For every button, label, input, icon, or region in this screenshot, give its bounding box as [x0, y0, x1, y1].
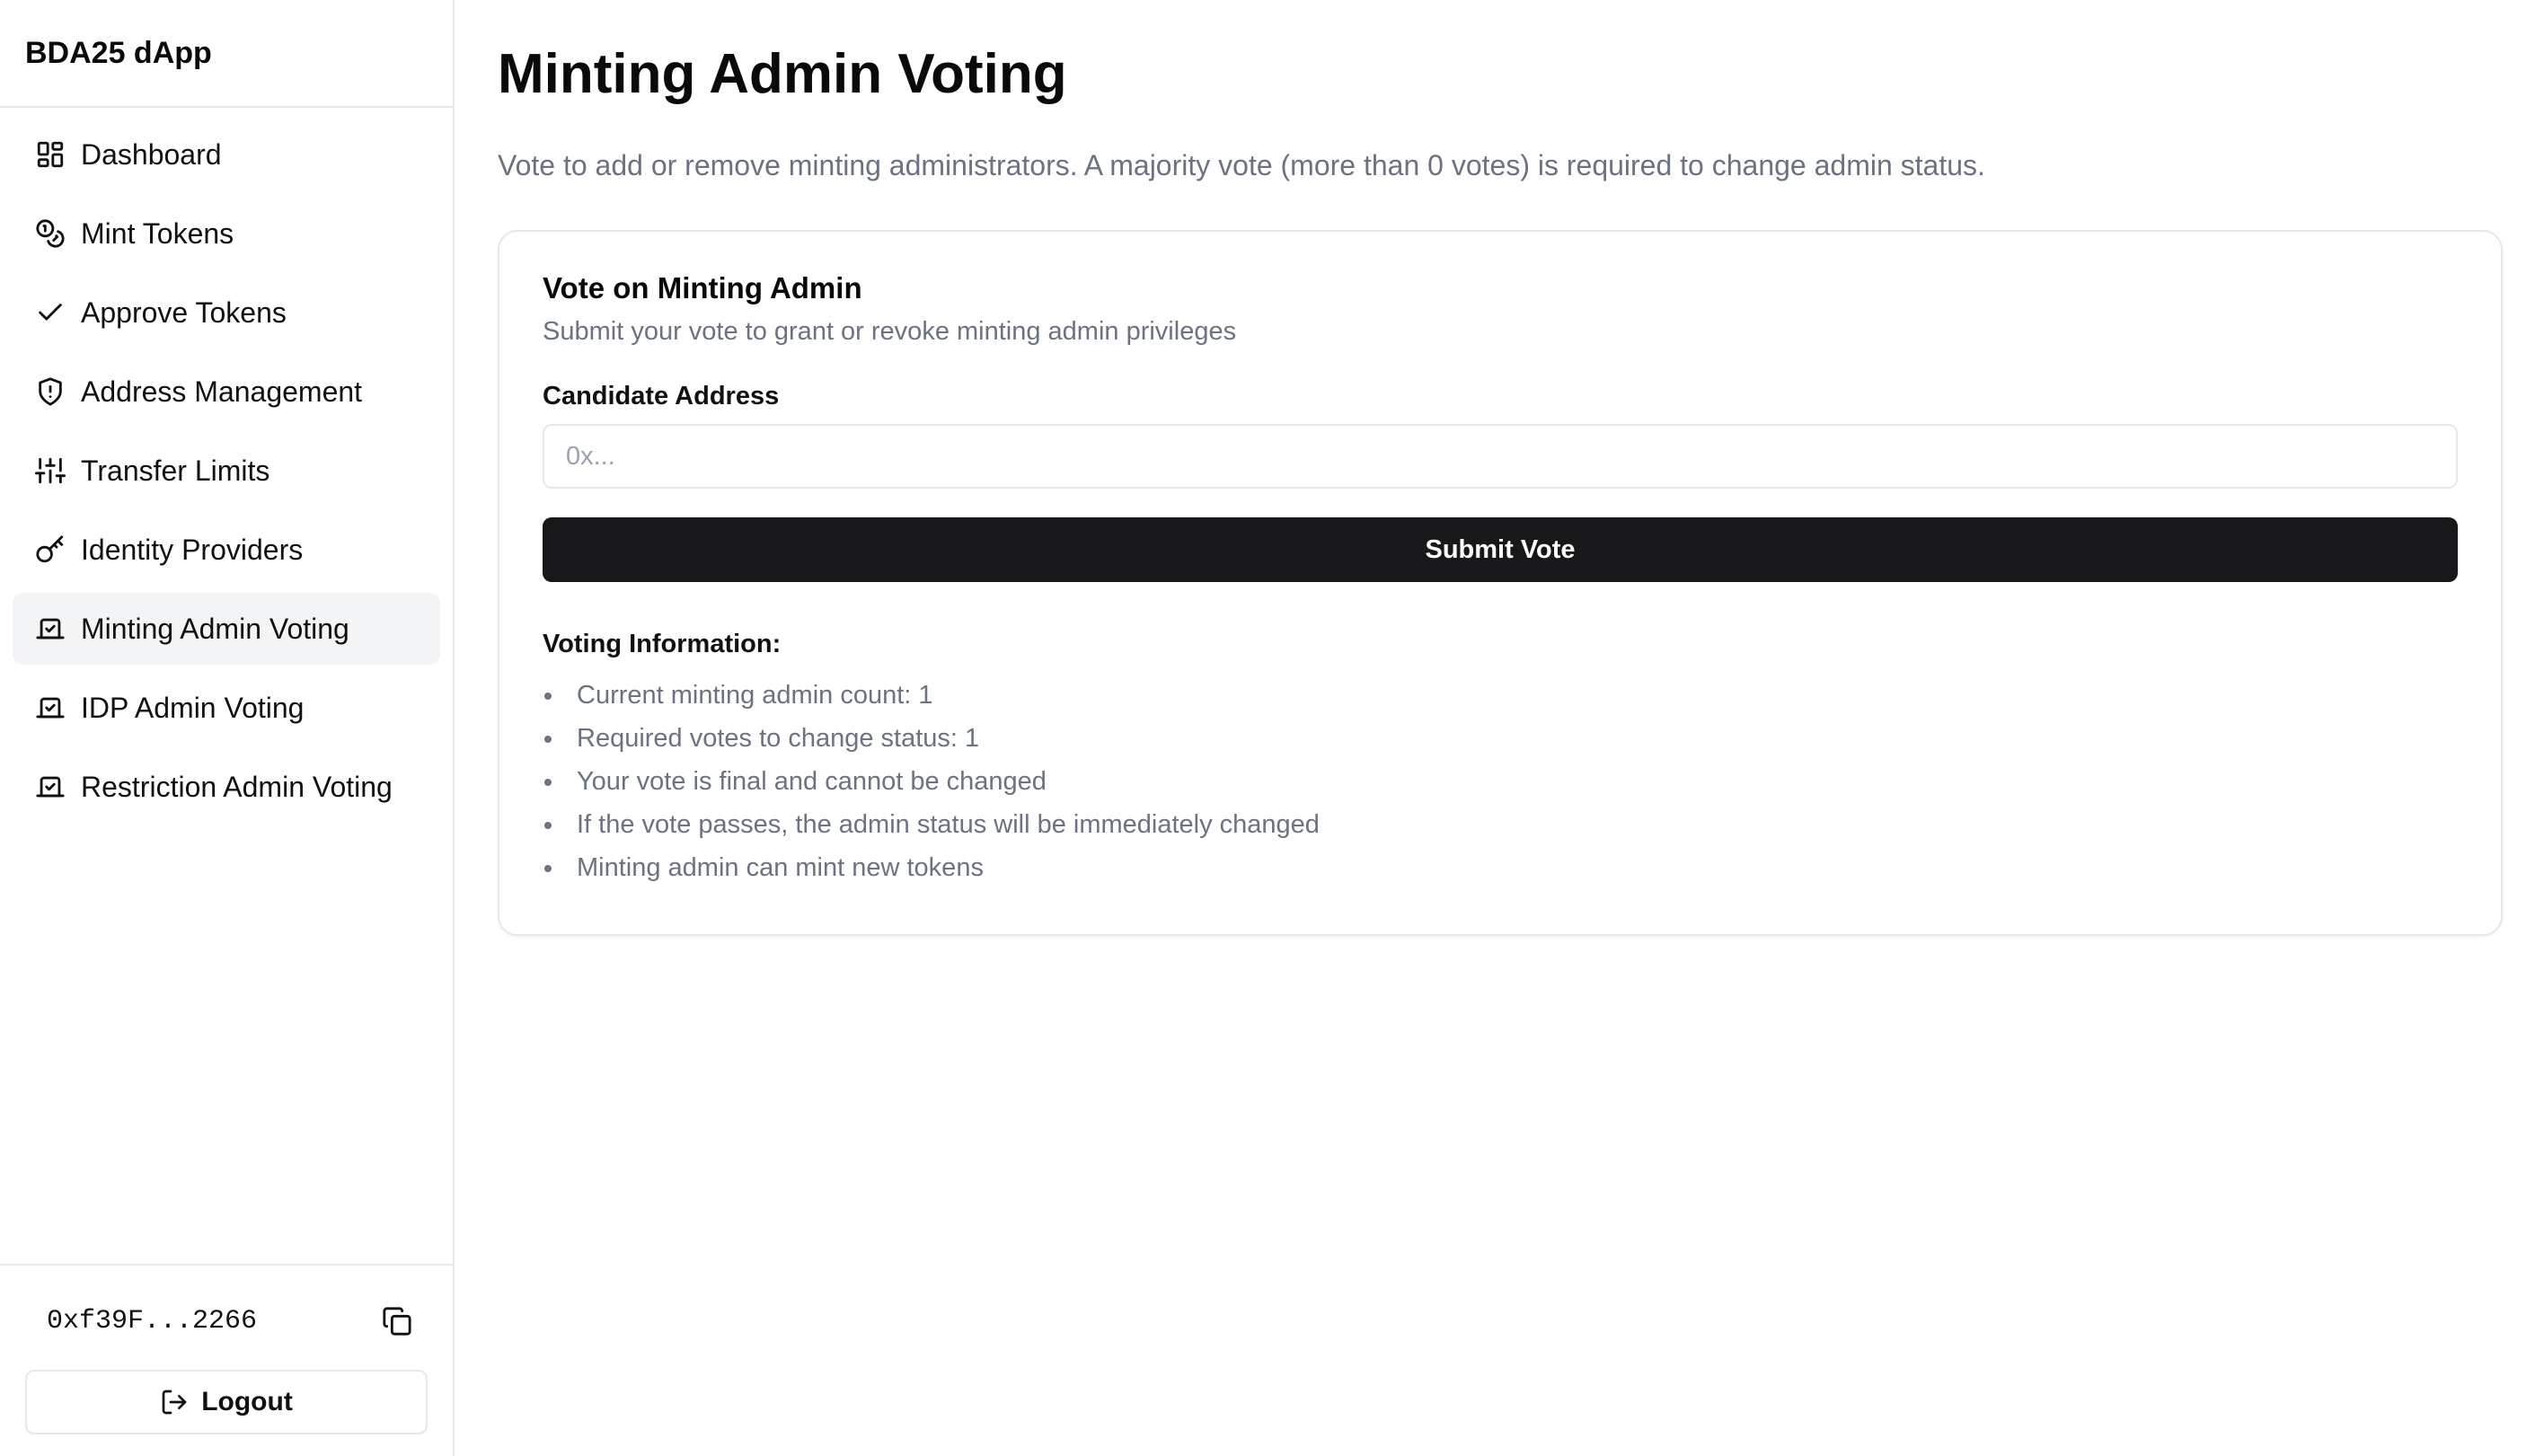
sidebar-footer: 0xf39F...2266 Logout	[0, 1264, 453, 1456]
wallet-row: 0xf39F...2266	[25, 1291, 428, 1352]
list-item: Your vote is final and cannot be changed	[543, 760, 2458, 803]
sidebar-item-address-management[interactable]: Address Management	[13, 356, 440, 428]
sidebar-nav: Dashboard Mint Tokens Approve Tokens Add…	[0, 108, 453, 1264]
sidebar-item-label: IDP Admin Voting	[81, 691, 305, 724]
sidebar-item-label: Address Management	[81, 375, 363, 408]
shield-icon	[34, 375, 66, 408]
sidebar-item-label: Identity Providers	[81, 533, 304, 566]
page-description: Vote to add or remove minting administra…	[498, 149, 1985, 181]
vote-icon	[34, 771, 66, 803]
sidebar-item-restriction-admin-voting[interactable]: Restriction Admin Voting	[13, 751, 440, 823]
page-title: Minting Admin Voting	[498, 43, 1067, 105]
sidebar-item-transfer-limits[interactable]: Transfer Limits	[13, 435, 440, 507]
wallet-address: 0xf39F...2266	[47, 1306, 258, 1337]
sidebar: BDA25 dApp Dashboard Mint Tokens Approve…	[0, 0, 455, 1456]
sidebar-item-identity-providers[interactable]: Identity Providers	[13, 514, 440, 586]
submit-vote-button[interactable]: Submit Vote	[543, 517, 2458, 582]
logout-label: Logout	[201, 1387, 293, 1416]
copy-icon	[383, 1307, 411, 1336]
card-description: Submit your vote to grant or revoke mint…	[543, 317, 1237, 346]
voting-info-list: Current minting admin count: 1 Required …	[543, 674, 2458, 889]
main-content: Minting Admin Voting Vote to add or remo…	[455, 0, 2544, 1456]
sidebar-item-minting-admin-voting[interactable]: Minting Admin Voting	[13, 593, 440, 665]
sidebar-item-label: Dashboard	[81, 137, 222, 171]
sliders-icon	[34, 454, 66, 487]
sidebar-item-label: Restriction Admin Voting	[81, 770, 393, 803]
list-item: If the vote passes, the admin status wil…	[543, 803, 2458, 846]
voting-info-title: Voting Information:	[543, 630, 782, 658]
list-item: Required votes to change status: 1	[543, 717, 2458, 760]
sidebar-item-label: Approve Tokens	[81, 296, 287, 329]
sidebar-item-label: Minting Admin Voting	[81, 612, 349, 645]
app-brand: BDA25 dApp	[0, 0, 453, 108]
sidebar-item-label: Mint Tokens	[81, 216, 234, 250]
vote-card: Vote on Minting Admin Submit your vote t…	[498, 230, 2503, 936]
card-title: Vote on Minting Admin	[543, 271, 862, 304]
list-item: Current minting admin count: 1	[543, 674, 2458, 717]
coins-icon	[34, 217, 66, 250]
candidate-address-input[interactable]	[543, 424, 2458, 489]
sidebar-item-label: Transfer Limits	[81, 454, 270, 487]
dashboard-icon	[34, 138, 66, 171]
key-icon	[34, 534, 66, 566]
logout-icon	[162, 1390, 187, 1415]
candidate-address-label: Candidate Address	[543, 382, 780, 410]
vote-icon	[34, 692, 66, 724]
copy-address-button[interactable]	[377, 1302, 417, 1341]
vote-icon	[34, 613, 66, 645]
app-root: BDA25 dApp Dashboard Mint Tokens Approve…	[0, 0, 2544, 1456]
check-icon	[34, 296, 66, 329]
logout-button[interactable]: Logout	[25, 1370, 428, 1434]
list-item: Minting admin can mint new tokens	[543, 846, 2458, 889]
sidebar-item-dashboard[interactable]: Dashboard	[13, 119, 440, 190]
sidebar-item-approve-tokens[interactable]: Approve Tokens	[13, 277, 440, 349]
sidebar-item-mint-tokens[interactable]: Mint Tokens	[13, 198, 440, 269]
sidebar-item-idp-admin-voting[interactable]: IDP Admin Voting	[13, 672, 440, 744]
